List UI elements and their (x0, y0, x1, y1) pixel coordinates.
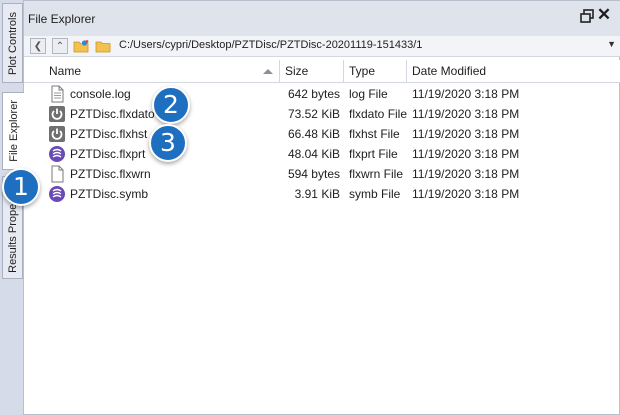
chevron-up-icon: ⌃ (55, 40, 65, 52)
file-row[interactable]: PZTDisc.flxdato 73.52 KiB flxdato File 1… (24, 104, 620, 124)
float-window-icon[interactable] (580, 9, 594, 23)
tab-plot-controls-label: Plot Controls (6, 11, 19, 75)
file-type: flxhst File (349, 127, 400, 141)
chevron-left-icon: ❮ (33, 40, 43, 52)
power-icon (49, 126, 65, 142)
file-type: flxdato File (349, 107, 408, 121)
file-type: log File (349, 87, 388, 101)
file-date-modified: 11/19/2020 3:18 PM (412, 187, 520, 201)
blank-document-icon (51, 165, 64, 183)
tab-file-explorer-label: File Explorer (8, 100, 20, 162)
file-row[interactable]: PZTDisc.flxwrn 594 bytes flxwrn File 11/… (24, 164, 620, 184)
power-icon (49, 106, 65, 122)
tab-file-explorer[interactable]: File Explorer (2, 92, 25, 170)
purple-logo-icon (49, 146, 65, 162)
file-name: PZTDisc.symb (70, 187, 148, 201)
file-type: flxwrn File (349, 167, 404, 181)
file-date-modified: 11/19/2020 3:18 PM (412, 167, 520, 181)
file-explorer-panel: File Explorer ✕ ❮ ⌃ C:/Users/cypri/Deskt… (24, 0, 620, 415)
file-date-modified: 11/19/2020 3:18 PM (412, 147, 520, 161)
path-dropdown-icon[interactable]: ▼ (607, 39, 616, 49)
document-icon (51, 85, 64, 103)
side-tab-strip: Plot Controls File Explorer Results Prop… (0, 0, 25, 415)
column-header: Name Size Type Date Modified (24, 60, 620, 83)
panel-title: File Explorer (28, 12, 96, 26)
path-field[interactable]: C:/Users/cypri/Desktop/PZTDisc/PZTDisc-2… (119, 39, 422, 51)
file-name: console.log (70, 87, 131, 101)
navigation-toolbar: ❮ ⌃ C:/Users/cypri/Desktop/PZTDisc/PZTDi… (24, 36, 620, 57)
file-row[interactable]: PZTDisc.flxprt 48.04 KiB flxprt File 11/… (24, 144, 620, 164)
column-header-name[interactable]: Name (44, 60, 280, 83)
callout-badge-3: 3 (149, 124, 187, 162)
sort-ascending-icon (263, 69, 273, 74)
file-type: symb File (349, 187, 401, 201)
back-button[interactable]: ❮ (30, 38, 46, 54)
new-folder-icon[interactable] (73, 40, 89, 53)
file-date-modified: 11/19/2020 3:18 PM (412, 127, 520, 141)
file-name: PZTDisc.flxprt (70, 147, 146, 161)
file-row[interactable]: console.log 642 bytes log File 11/19/202… (24, 84, 620, 104)
file-name: PZTDisc.flxhst (70, 127, 148, 141)
file-type: flxprt File (349, 147, 398, 161)
file-name: PZTDisc.flxdato (70, 107, 155, 121)
file-size: 642 bytes (287, 87, 340, 101)
file-date-modified: 11/19/2020 3:18 PM (412, 107, 520, 121)
up-folder-button[interactable]: ⌃ (52, 38, 68, 54)
file-name: PZTDisc.flxwrn (70, 167, 151, 181)
file-size: 48.04 KiB (287, 147, 340, 161)
file-date-modified: 11/19/2020 3:18 PM (412, 87, 520, 101)
file-row[interactable]: PZTDisc.flxhst 66.48 KiB flxhst File 11/… (24, 124, 620, 144)
file-size: 73.52 KiB (287, 107, 340, 121)
column-header-size[interactable]: Size (280, 60, 344, 83)
column-header-date-modified[interactable]: Date Modified (407, 60, 527, 83)
open-folder-icon[interactable] (95, 40, 111, 53)
panel-titlebar: File Explorer ✕ (24, 1, 620, 36)
file-size: 3.91 KiB (294, 187, 340, 201)
file-size: 66.48 KiB (287, 127, 340, 141)
column-header-type[interactable]: Type (344, 60, 407, 83)
file-row[interactable]: PZTDisc.symb 3.91 KiB symb File 11/19/20… (24, 184, 620, 204)
file-size: 594 bytes (287, 167, 340, 181)
purple-logo-icon (49, 186, 65, 202)
callout-badge-1: 1 (2, 168, 40, 206)
close-icon[interactable]: ✕ (596, 6, 612, 23)
tab-plot-controls[interactable]: Plot Controls (2, 3, 23, 83)
callout-badge-2: 2 (152, 86, 190, 124)
